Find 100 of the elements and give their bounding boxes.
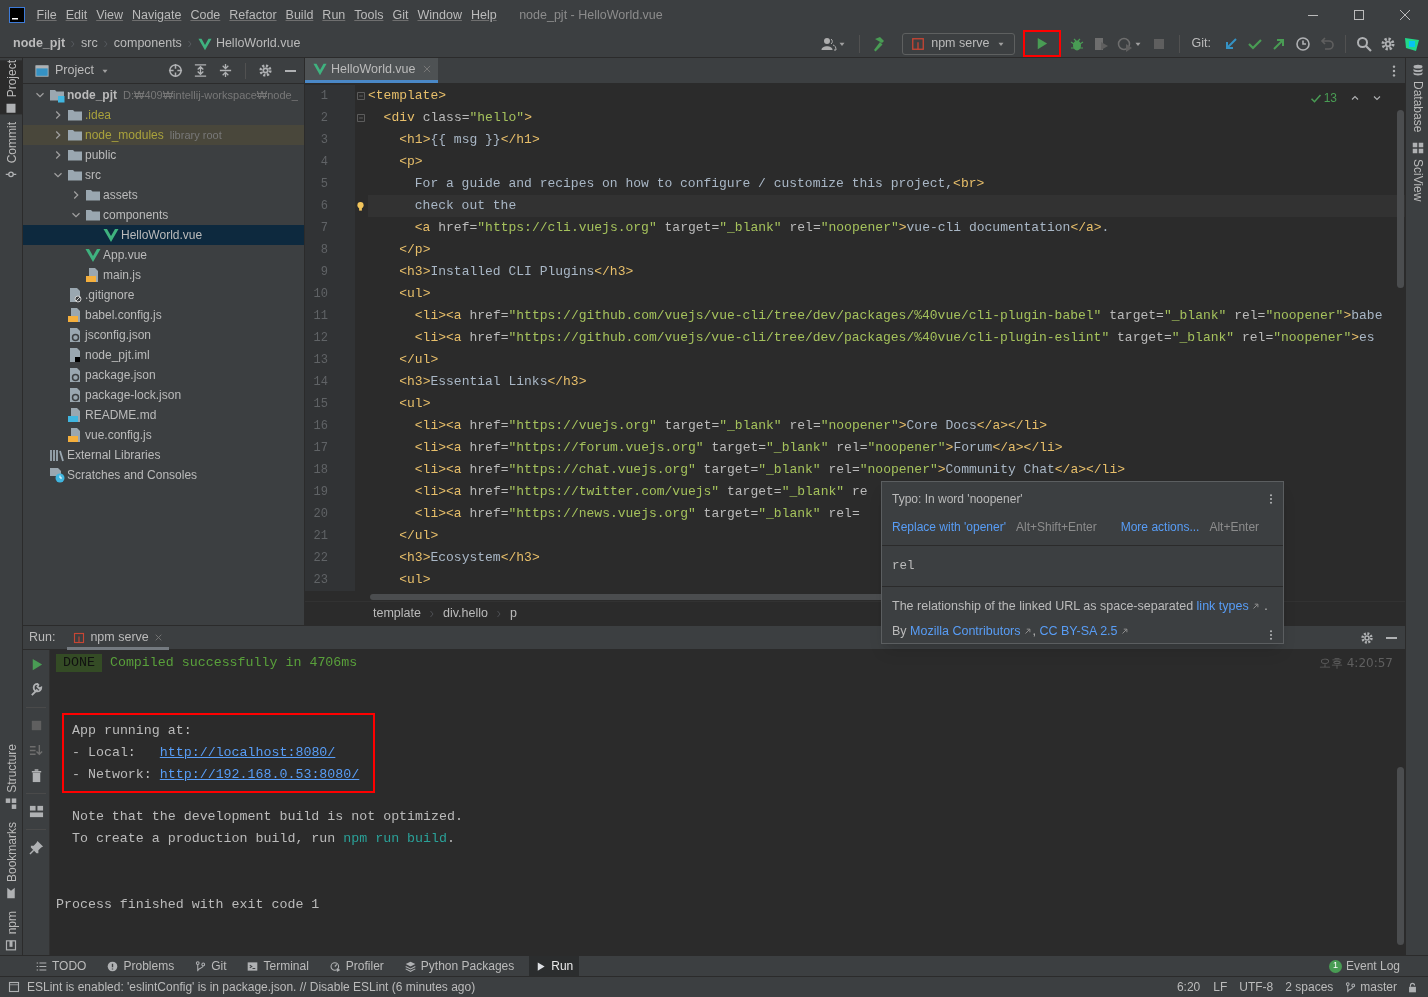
search-icon[interactable] [1356, 35, 1372, 52]
tree-item[interactable]: public [23, 145, 304, 165]
tool-window-tab[interactable]: Git [189, 955, 233, 977]
menu-item[interactable]: Tools [349, 5, 388, 25]
scrollbar[interactable] [1397, 110, 1404, 288]
tree-item[interactable]: src [23, 165, 304, 185]
logo-icon[interactable] [1404, 35, 1420, 52]
wrench-icon[interactable] [28, 682, 44, 697]
tree-item[interactable]: main.js [23, 265, 304, 285]
tree-item[interactable]: Scratches and Consoles [23, 465, 304, 485]
coverage-icon[interactable] [1092, 35, 1109, 52]
fold-icon[interactable] [355, 112, 367, 124]
minimize-icon[interactable] [1386, 636, 1397, 639]
breadcrumb-item[interactable]: components [113, 34, 182, 53]
settings-icon[interactable] [258, 63, 273, 78]
scratch-icon [49, 467, 65, 483]
breadcrumb-item[interactable]: div.hello [442, 604, 488, 623]
tree-item[interactable]: HelloWorld.vue [23, 225, 304, 245]
tree-item[interactable]: node_pjt.iml [23, 345, 304, 365]
branch-widget[interactable]: master [1345, 978, 1397, 996]
lock-icon[interactable] [1407, 981, 1418, 993]
tree-item[interactable]: assets [23, 185, 304, 205]
console-link[interactable]: http://192.168.0.53:8080/ [159, 765, 360, 785]
tree-item[interactable]: App.vue [23, 245, 304, 265]
profiler-icon[interactable] [1116, 35, 1133, 52]
run-config-dropdown[interactable]: npm serve [902, 32, 1015, 55]
caret-position[interactable]: 6:20 [1176, 978, 1201, 996]
tree-item[interactable]: package-lock.json [23, 385, 304, 405]
arrow-icon[interactable] [1223, 35, 1239, 52]
menu-item[interactable]: Help [466, 5, 502, 25]
crosshair-icon[interactable] [168, 63, 183, 78]
breadcrumb-item[interactable]: p [509, 604, 517, 623]
breadcrumb-item[interactable]: node_pjt [13, 34, 66, 53]
tool-window-button[interactable]: Structure [0, 743, 23, 810]
panel-title[interactable]: Project [55, 61, 94, 80]
menu-item[interactable]: Code [185, 5, 225, 25]
menu-item[interactable]: Edit [61, 5, 92, 25]
close-icon[interactable] [153, 633, 163, 642]
event-log-button[interactable]: 1 Event Log [1328, 957, 1400, 975]
tree-item[interactable]: jsconfig.json [23, 325, 304, 345]
run-button[interactable] [1022, 30, 1061, 57]
menu-item[interactable]: File [32, 5, 62, 25]
tree-item[interactable]: node_modules library root [23, 125, 304, 145]
doc-link[interactable]: CC BY-SA 2.5 [1039, 621, 1130, 641]
collapse-icon[interactable] [218, 63, 233, 78]
minimize-icon[interactable] [285, 69, 296, 72]
doc-link[interactable]: link types [1196, 595, 1261, 616]
menu-item[interactable]: Refactor [224, 5, 282, 25]
tool-window-button[interactable]: SciView [1406, 142, 1428, 202]
fold-icon[interactable] [355, 90, 367, 102]
settings-icon[interactable] [1380, 35, 1396, 52]
tool-window-button[interactable]: Commit [0, 122, 23, 181]
breadcrumb-item[interactable]: HelloWorld.vue [215, 34, 301, 53]
tool-window-button[interactable]: Bookmarks [0, 821, 23, 899]
breadcrumb-item[interactable]: src [81, 34, 98, 53]
scrollbar[interactable] [1397, 767, 1404, 945]
breadcrumb-item[interactable]: template [373, 604, 421, 623]
tool-window-button[interactable]: Project [0, 60, 23, 115]
person-icon[interactable] [821, 35, 838, 52]
tool-window-tab[interactable]: Profiler [323, 955, 390, 977]
settings-icon[interactable] [1360, 630, 1374, 645]
tool-window-tab[interactable]: Run [529, 955, 580, 977]
tree-item[interactable]: package.json [23, 365, 304, 385]
clock-icon[interactable] [1295, 35, 1311, 52]
tool-window-tab[interactable]: TODO [30, 955, 93, 977]
tree-item[interactable]: .idea [23, 105, 304, 125]
scroll-icon[interactable] [28, 743, 44, 758]
layout-icon[interactable] [28, 804, 44, 819]
tree-item[interactable]: vue.config.js [23, 425, 304, 445]
panel-icon[interactable] [8, 981, 20, 993]
menu-item[interactable]: Navigate [127, 5, 186, 25]
encoding[interactable]: UTF-8 [1239, 978, 1274, 996]
menu-item[interactable]: Git [388, 5, 413, 25]
tree-item[interactable]: README.md [23, 405, 304, 425]
tree-item[interactable]: External Libraries [23, 445, 304, 465]
menu-item[interactable]: View [91, 5, 128, 25]
expand-icon[interactable] [193, 63, 208, 78]
editor-tab[interactable]: HelloWorld.vue [305, 58, 438, 83]
inspection-count[interactable]: 13 [1323, 89, 1337, 107]
indent-setting[interactable]: 2 spaces [1285, 978, 1334, 996]
action-link[interactable]: More actions... [1120, 518, 1200, 536]
console-link[interactable]: http://localhost:8080/ [159, 743, 336, 763]
line-separator[interactable]: LF [1213, 978, 1228, 996]
tool-window-tab[interactable]: Problems [101, 955, 181, 977]
tool-window-button[interactable]: npm [0, 910, 23, 951]
menu-item[interactable]: Build [281, 5, 318, 25]
tree-item[interactable]: node_pjt D:₩409₩intellij-workspace₩node_ [23, 85, 304, 105]
tool-window-button[interactable]: Database [1406, 64, 1428, 133]
v-icon [85, 247, 101, 263]
menu-item[interactable]: Run [317, 5, 350, 25]
tool-window-tab[interactable]: Python Packages [398, 955, 521, 977]
tree-item[interactable]: .gitignore [23, 285, 304, 305]
doc-link[interactable]: Mozilla Contributors [910, 621, 1033, 641]
pin-icon[interactable] [28, 840, 44, 855]
tree-item[interactable]: components [23, 205, 304, 225]
action-link[interactable]: Replace with 'opener' [892, 518, 1006, 536]
bulb-icon[interactable] [355, 199, 366, 213]
tree-item[interactable]: babel.config.js [23, 305, 304, 325]
menu-item[interactable]: Window [412, 5, 467, 25]
tool-window-tab[interactable]: Terminal [241, 955, 315, 977]
